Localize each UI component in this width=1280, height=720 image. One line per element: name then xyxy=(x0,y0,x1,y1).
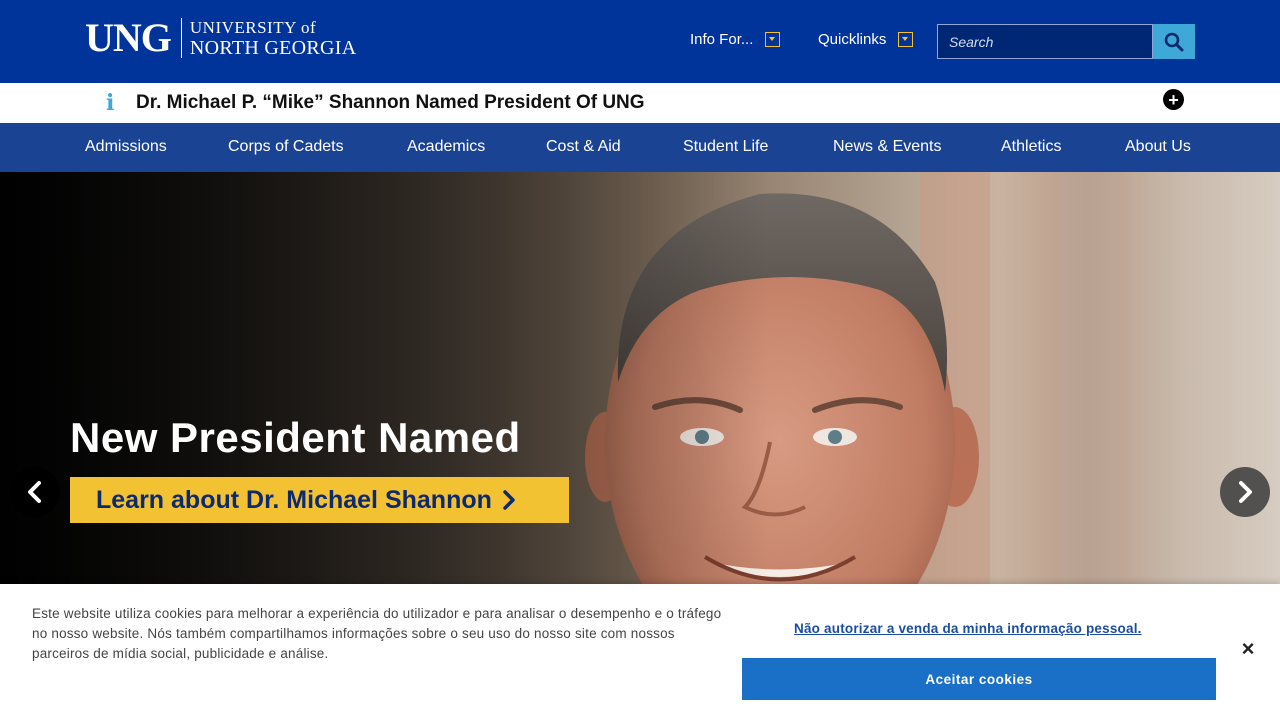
ung-logo[interactable]: UNG UNIVERSITY of NORTH GEORGIA xyxy=(85,18,356,58)
cookie-notice-text: Este website utiliza cookies para melhor… xyxy=(32,606,722,661)
quicklinks-label: Quicklinks xyxy=(818,31,887,48)
hero-carousel: New President Named Learn about Dr. Mich… xyxy=(0,172,1280,584)
carousel-prev-button[interactable] xyxy=(10,467,60,517)
info-icon: i xyxy=(106,90,115,116)
quicklinks-dropdown[interactable]: Quicklinks xyxy=(818,31,914,48)
nav-item-news-events[interactable]: News & Events xyxy=(833,138,941,156)
search-input[interactable] xyxy=(937,24,1153,59)
hero-cta-button[interactable]: Learn about Dr. Michael Shannon xyxy=(70,477,569,523)
main-nav: Admissions Corps of Cadets Academics Cos… xyxy=(0,123,1280,172)
site-header: UNG UNIVERSITY of NORTH GEORGIA Info For… xyxy=(0,0,1280,83)
chevron-right-icon xyxy=(1239,481,1252,503)
chevron-down-icon xyxy=(898,32,914,47)
nav-item-admissions[interactable]: Admissions xyxy=(85,138,167,156)
logo-line2: NORTH GEORGIA xyxy=(189,36,357,59)
cookie-banner: Este website utiliza cookies para melhor… xyxy=(0,584,1280,720)
nav-item-corps-of-cadets[interactable]: Corps of Cadets xyxy=(228,138,344,156)
hero-cta-label: Learn about Dr. Michael Shannon xyxy=(96,485,492,514)
accept-cookies-button[interactable]: Aceitar cookies xyxy=(742,658,1216,700)
search-icon xyxy=(1164,32,1184,51)
logo-wordmark: UNIVERSITY of NORTH GEORGIA xyxy=(190,19,357,58)
logo-divider xyxy=(180,18,182,58)
chevron-down-icon xyxy=(765,32,781,47)
nav-item-academics[interactable]: Academics xyxy=(407,138,485,156)
alert-bar: i Dr. Michael P. “Mike” Shannon Named Pr… xyxy=(0,83,1280,123)
alert-headline[interactable]: Dr. Michael P. “Mike” Shannon Named Pres… xyxy=(136,92,645,114)
chevron-right-icon xyxy=(503,490,515,510)
logo-mark: UNG xyxy=(85,15,172,60)
nav-item-cost-aid[interactable]: Cost & Aid xyxy=(546,138,621,156)
nav-item-athletics[interactable]: Athletics xyxy=(1001,138,1061,156)
close-icon[interactable]: × xyxy=(1238,638,1258,660)
do-not-sell-link[interactable]: Não autorizar a venda da minha informaçã… xyxy=(794,621,1142,636)
plus-circle-icon[interactable]: + xyxy=(1163,89,1184,110)
nav-item-student-life[interactable]: Student Life xyxy=(683,138,768,156)
logo-line1: UNIVERSITY of xyxy=(189,17,317,37)
carousel-next-button[interactable] xyxy=(1220,467,1270,517)
nav-item-about-us[interactable]: About Us xyxy=(1125,138,1191,156)
info-for-label: Info For... xyxy=(690,31,754,48)
search-button[interactable] xyxy=(1153,24,1195,59)
info-for-dropdown[interactable]: Info For... xyxy=(690,31,781,48)
chevron-left-icon xyxy=(28,481,41,503)
hero-title: New President Named xyxy=(70,414,521,461)
